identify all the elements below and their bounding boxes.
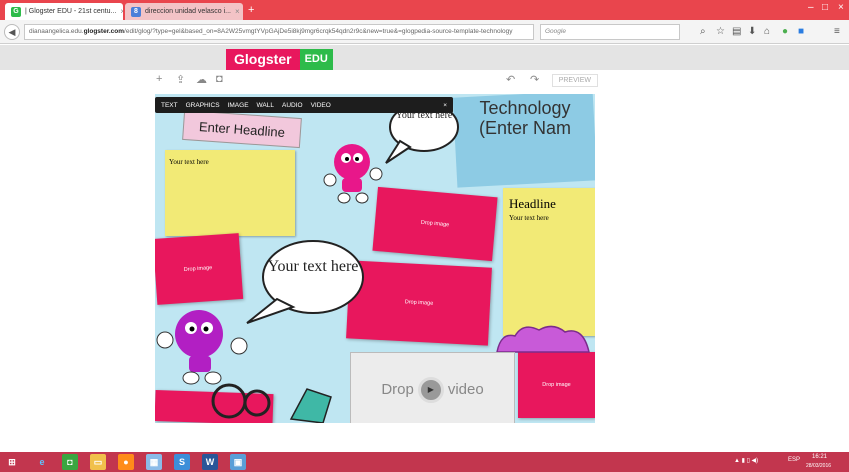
tray-date[interactable]: 28/03/2016 <box>806 463 831 469</box>
search-engine-label: Google <box>545 28 566 35</box>
drop-image-zone[interactable]: Drop image <box>372 186 498 262</box>
url-path: /edit/glog/?type=gel&based_on=8A2W25vmgt… <box>124 28 513 35</box>
tab-glogster[interactable]: G | Glogster EDU - 21st centu... × <box>5 3 123 20</box>
tab-close-icon[interactable]: × <box>235 7 240 16</box>
windows-start-icon[interactable]: ⊞ <box>4 454 20 470</box>
glogster-logo[interactable]: Glogster EDU <box>226 49 333 70</box>
toolbar-text[interactable]: TEXT <box>161 102 178 109</box>
sticky-note-left[interactable]: Your text here <box>165 150 295 236</box>
download-icon[interactable]: ⬇ <box>748 26 756 37</box>
drop-video-left-text: Drop <box>381 381 414 398</box>
minimize-button[interactable]: – <box>808 2 814 13</box>
google-favicon-icon: 8 <box>131 6 141 17</box>
cloud-icon[interactable]: ☁ <box>196 73 207 86</box>
url-domain: glogster.com <box>83 28 125 35</box>
drop-image-zone[interactable]: Drop image <box>155 233 244 305</box>
back-arrow-icon[interactable]: ◀ <box>4 24 20 40</box>
logo-main: Glogster <box>226 49 300 70</box>
toolbar-wall[interactable]: WALL <box>257 102 274 109</box>
app-icon[interactable]: ▦ <box>146 454 162 470</box>
tray-time[interactable]: 16:21 <box>812 454 827 460</box>
undo-icon[interactable]: ↶ <box>506 73 515 86</box>
photos-icon[interactable]: ▣ <box>230 454 246 470</box>
share-icon[interactable]: ⇪ <box>176 73 185 86</box>
tab-glogster-label: | Glogster EDU - 21st centu... <box>25 8 117 15</box>
tab-close-icon[interactable]: × <box>120 7 123 16</box>
bubble-large-text[interactable]: Your text here <box>267 257 359 277</box>
editor-toolbar: + ⇪ ☁ ◘ ↶ ↷ PREVIEW <box>150 70 600 90</box>
toolbar-image[interactable]: IMAGE <box>228 102 249 109</box>
cloud-decoration-icon <box>496 325 590 353</box>
sticky-left-text: Your text here <box>169 158 209 166</box>
tab-direccion-label: direccion unidad velasco i... <box>145 8 231 15</box>
insert-toolbar: TEXT GRAPHICS IMAGE WALL AUDIO VIDEO × <box>155 97 453 113</box>
toolbar-audio[interactable]: AUDIO <box>282 102 303 109</box>
headline-tag[interactable]: Enter Headline <box>182 109 302 149</box>
glog-canvas[interactable]: Technology (Enter Nam Your text here Hea… <box>155 94 595 423</box>
sticky-right-text: Your text here <box>509 214 549 222</box>
internet-explorer-icon[interactable]: e <box>34 454 50 470</box>
drop-video-zone[interactable]: Drop ▶ video <box>350 352 515 423</box>
play-icon[interactable]: ▶ <box>417 376 444 403</box>
word-icon[interactable]: W <box>202 454 218 470</box>
home-icon[interactable]: ⌂ <box>764 26 770 37</box>
sticky-note-right[interactable]: Headline Your text here <box>503 188 595 336</box>
maximize-button[interactable]: □ <box>822 2 828 13</box>
tray-language[interactable]: ESP <box>788 457 800 463</box>
toolbar-video[interactable]: VIDEO <box>311 102 331 109</box>
search-icon[interactable]: ⌕ <box>700 26 706 37</box>
tray-icons[interactable]: ▲ ▮ ▯ ◀) <box>734 457 758 464</box>
toolbar-graphics[interactable]: GRAPHICS <box>186 102 220 109</box>
add-icon[interactable]: + <box>156 73 162 85</box>
tab-direccion[interactable]: 8 direccion unidad velasco i... × <box>125 3 243 20</box>
camera-icon[interactable]: ◘ <box>216 73 223 85</box>
url-prefix: dianaangelica.edu. <box>29 28 84 35</box>
browser-tab-strip: G | Glogster EDU - 21st centu... × 8 dir… <box>0 0 849 20</box>
address-bar[interactable]: dianaangelica.edu.glogster.com/edit/glog… <box>24 24 534 40</box>
extension-icon[interactable]: ● <box>782 26 788 37</box>
firefox-icon[interactable]: ● <box>118 454 134 470</box>
purple-monster-icon[interactable] <box>155 296 251 388</box>
sticky-right-headline: Headline <box>509 196 556 211</box>
glogster-favicon-icon: G <box>11 6 21 17</box>
logo-edu: EDU <box>299 49 333 70</box>
tech-title[interactable]: Technology (Enter Nam <box>455 98 595 138</box>
extension-icon[interactable]: ■ <box>798 26 804 37</box>
file-explorer-icon[interactable]: ▭ <box>90 454 106 470</box>
menu-icon[interactable]: ≡ <box>834 26 840 37</box>
speech-bubble-large-icon[interactable] <box>237 237 367 327</box>
bookmark-star-icon[interactable]: ☆ <box>716 26 725 37</box>
drop-image-zone[interactable]: Drop image <box>346 260 492 346</box>
close-window-button[interactable]: × <box>838 2 844 13</box>
toolbar-close-icon[interactable]: × <box>443 102 447 109</box>
preview-button[interactable]: PREVIEW <box>551 74 598 87</box>
glogster-header <box>0 45 849 70</box>
drop-image-zone[interactable]: Drop image <box>518 352 595 418</box>
new-tab-button[interactable]: + <box>248 4 254 16</box>
redo-icon[interactable]: ↷ <box>530 73 539 86</box>
skype-icon[interactable]: S <box>174 454 190 470</box>
clipboard-icon[interactable]: ▤ <box>732 26 741 37</box>
gear-decoration-icon <box>211 383 332 423</box>
browser-navbar: ◀ dianaangelica.edu.glogster.com/edit/gl… <box>0 20 849 44</box>
search-input[interactable]: Google <box>540 24 680 40</box>
windows-taskbar: ⊞ e ◘ ▭ ● ▦ S W ▣ ▲ ▮ ▯ ◀) ESP 16:21 28/… <box>0 452 849 472</box>
drop-video-right-text: video <box>447 381 484 398</box>
store-icon[interactable]: ◘ <box>62 454 78 470</box>
